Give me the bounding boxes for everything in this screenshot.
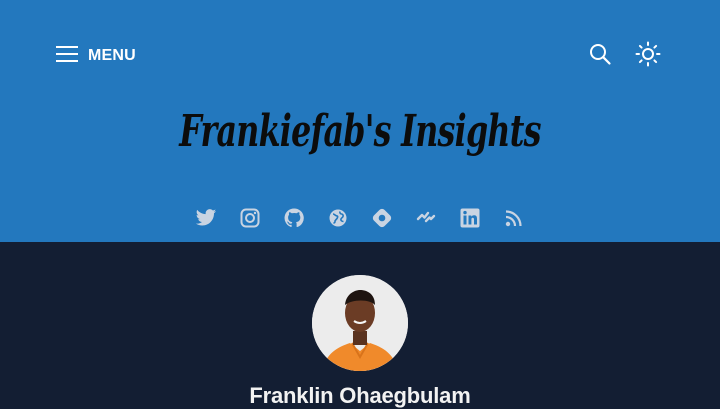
devto-link[interactable] bbox=[414, 208, 438, 232]
globe-icon bbox=[328, 208, 348, 233]
menu-label: MENU bbox=[88, 47, 136, 64]
hamburger-icon bbox=[56, 45, 78, 68]
github-link[interactable] bbox=[282, 207, 306, 233]
avatar bbox=[312, 275, 408, 371]
search-button[interactable] bbox=[586, 42, 614, 70]
twitter-link[interactable] bbox=[194, 208, 218, 232]
sun-icon bbox=[635, 41, 661, 72]
site-logo[interactable]: Frankiefab's Insights bbox=[101, 106, 619, 157]
rss-link[interactable] bbox=[502, 208, 526, 232]
instagram-link[interactable] bbox=[238, 208, 262, 232]
twitter-icon bbox=[195, 208, 217, 233]
linkedin-link[interactable] bbox=[458, 208, 482, 232]
profile-name: Franklin Ohaegbulam bbox=[249, 383, 471, 408]
website-link[interactable] bbox=[326, 208, 350, 232]
social-links bbox=[194, 207, 526, 233]
instagram-icon bbox=[240, 208, 260, 233]
hashnode-link[interactable] bbox=[370, 208, 394, 232]
menu-button[interactable]: MENU bbox=[56, 44, 136, 68]
theme-toggle-button[interactable] bbox=[634, 41, 662, 72]
linkedin-icon bbox=[460, 208, 480, 233]
rss-icon bbox=[504, 208, 524, 233]
hashnode-icon bbox=[371, 207, 393, 234]
devto-icon bbox=[416, 210, 436, 231]
site-header: MENU Frankiefab's Insights bbox=[0, 0, 720, 242]
github-icon bbox=[284, 207, 304, 233]
search-icon bbox=[588, 42, 612, 71]
